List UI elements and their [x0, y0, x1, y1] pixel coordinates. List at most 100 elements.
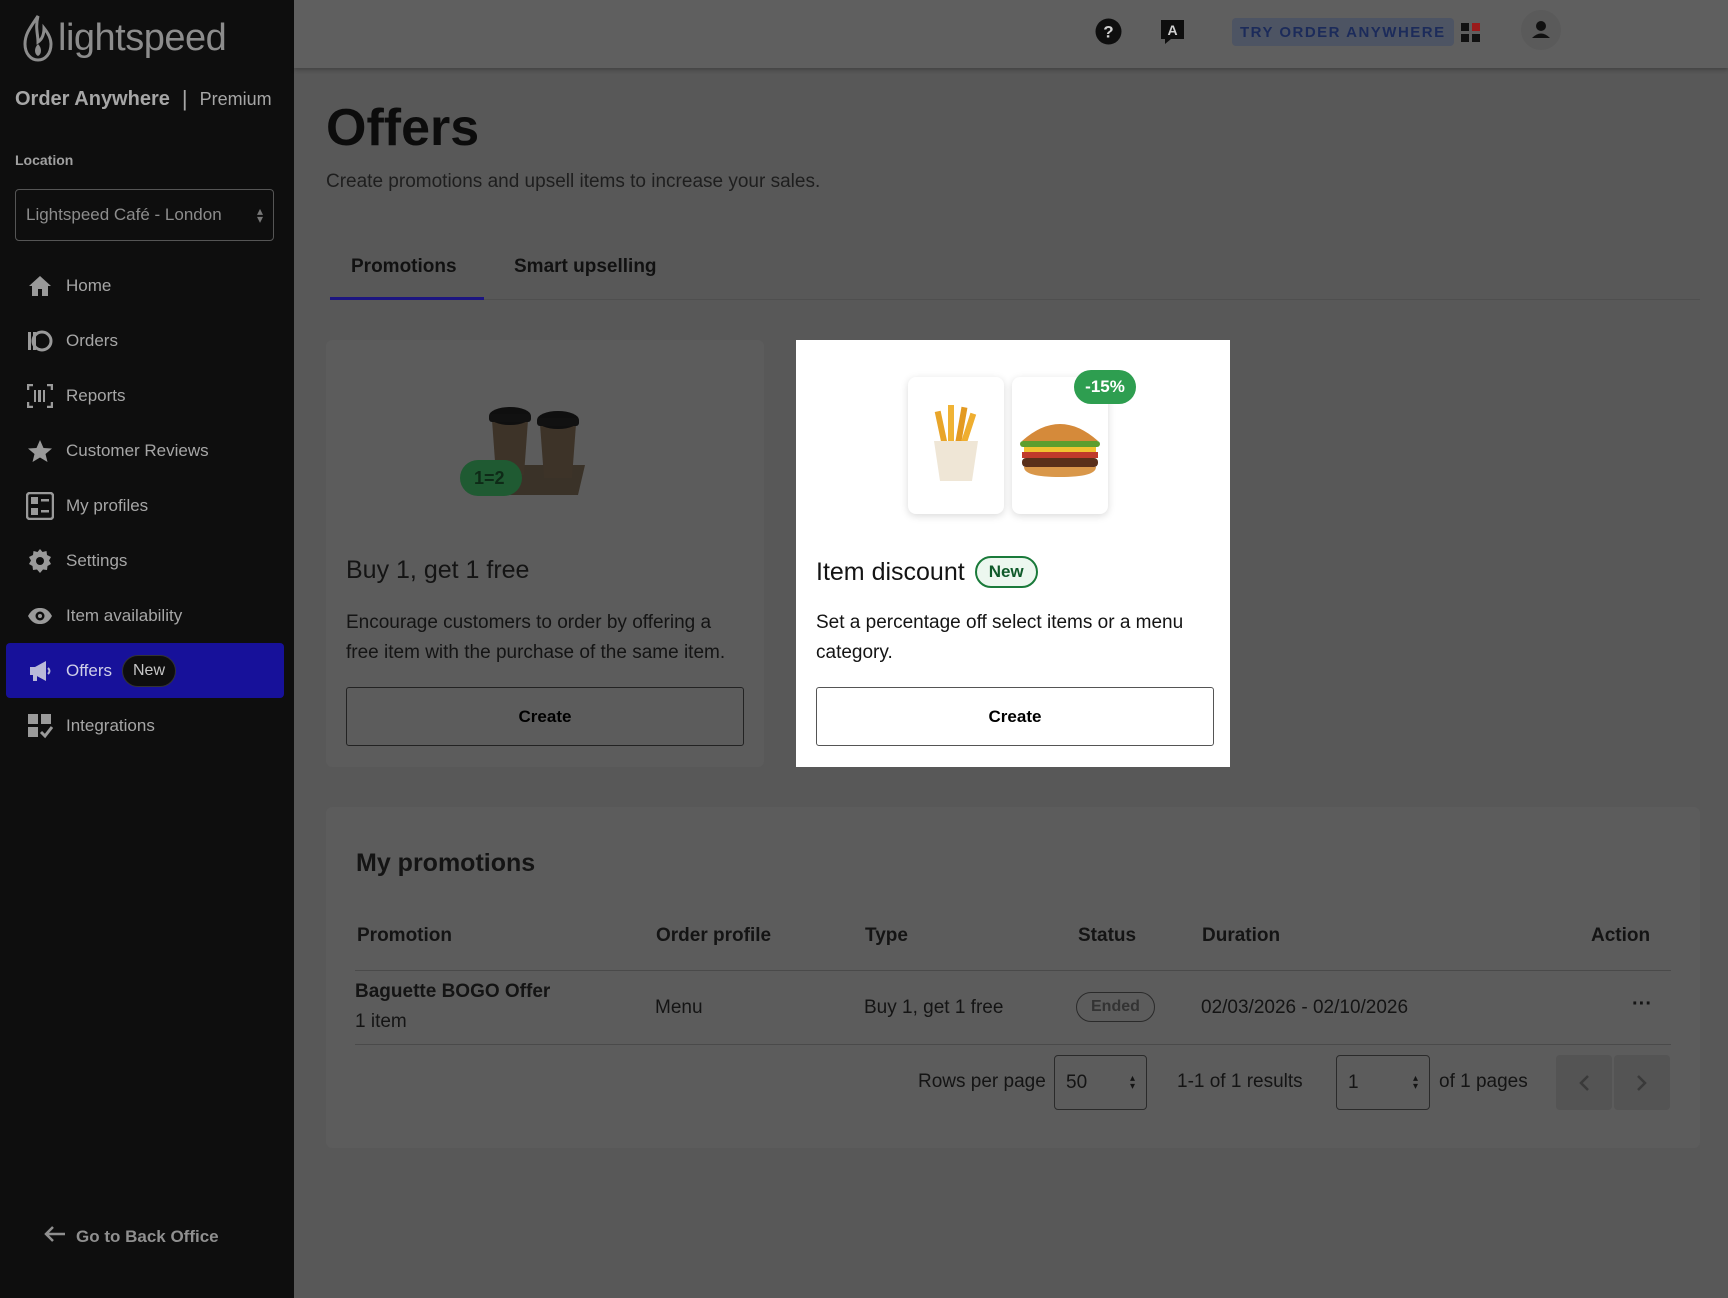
arrow-left-icon: [44, 1226, 66, 1247]
promotion-card-bogo: 1=2 Buy 1, get 1 free Encourage customer…: [326, 340, 764, 767]
status-badge: Ended: [1076, 992, 1155, 1022]
tab-promotions[interactable]: Promotions: [330, 248, 484, 300]
tab-smart-upselling[interactable]: Smart upselling: [514, 248, 657, 300]
sidebar-item-reports[interactable]: Reports: [6, 368, 284, 423]
sidebar-item-label: Settings: [66, 550, 128, 570]
promotion-name[interactable]: Baguette BOGO Offer: [355, 981, 550, 1003]
row-actions-menu-icon[interactable]: ···: [1632, 993, 1652, 1016]
translate-icon[interactable]: A: [1159, 18, 1186, 51]
discount-image-badge: -15%: [1074, 370, 1136, 404]
try-order-anywhere-button[interactable]: TRY ORDER ANYWHERE: [1232, 18, 1454, 46]
sidebar-item-orders[interactable]: Orders: [6, 313, 284, 368]
sidebar-item-label: Home: [66, 275, 112, 295]
results-summary: 1-1 of 1 results: [1177, 1071, 1303, 1092]
svg-text:?: ?: [1103, 23, 1113, 42]
product-name: Order Anywhere | Premium: [15, 86, 272, 112]
offers-tabs: Promotions Smart upselling: [330, 248, 1700, 300]
sidebar-item-label: Item availability: [66, 605, 183, 625]
sidebar-item-label: Reports: [66, 385, 126, 405]
page-number-value: 1: [1348, 1071, 1359, 1093]
card-title-text: Buy 1, get 1 free: [346, 556, 530, 584]
total-pages-label: of 1 pages: [1439, 1071, 1528, 1092]
gear-icon: [26, 547, 54, 575]
sidebar-item-label: Integrations: [66, 715, 155, 735]
rows-per-page-select[interactable]: 50 ▴ ▾: [1054, 1055, 1147, 1110]
apps-icon[interactable]: [1460, 22, 1482, 49]
previous-page-button[interactable]: [1556, 1055, 1612, 1110]
promotion-item-count: 1 item: [355, 1011, 407, 1032]
fries-image: [908, 377, 1004, 514]
chevron-left-icon: [1579, 1074, 1589, 1091]
column-header-promotion: Promotion: [357, 925, 452, 946]
back-office-label: Go to Back Office: [76, 1226, 219, 1246]
product-tier: Premium: [199, 88, 272, 109]
create-item-discount-button[interactable]: Create: [816, 687, 1214, 746]
chevron-right-icon: [1637, 1074, 1647, 1091]
card-description: Set a percentage off select items or a m…: [816, 612, 1184, 663]
sidebar-item-settings[interactable]: Settings: [6, 533, 284, 588]
page-title: Offers: [326, 99, 480, 157]
sidebar-item-label: Customer Reviews: [66, 440, 209, 460]
lightspeed-logo[interactable]: lightspeed: [22, 14, 227, 62]
new-badge: New: [974, 556, 1038, 588]
sidebar-nav: Home Orders Reports Customer Reviews My …: [6, 258, 284, 753]
promotion-card-item-discount: -15% Item discount New Set a percentage …: [796, 340, 1230, 767]
svg-text:A: A: [1167, 22, 1177, 38]
row-divider: [355, 1044, 1671, 1045]
column-header-order-profile: Order profile: [656, 925, 772, 946]
sidebar-item-label: Orders: [66, 330, 118, 350]
coffee-cups-image: 1=2: [460, 390, 610, 505]
card-title: Buy 1, get 1 free: [346, 556, 529, 585]
sidebar: lightspeed Order Anywhere | Premium Loca…: [0, 0, 294, 1298]
sidebar-item-home[interactable]: Home: [6, 258, 284, 313]
location-select[interactable]: Lightspeed Café - London ▴ ▾: [15, 189, 274, 241]
page-number-select[interactable]: 1 ▴ ▾: [1336, 1055, 1430, 1110]
column-header-duration: Duration: [1202, 925, 1281, 946]
card-description: Encourage customers to order by offering…: [346, 612, 726, 663]
top-bar: ? A TRY ORDER ANYWHERE: [294, 0, 1728, 68]
new-badge: New: [121, 654, 176, 687]
sidebar-item-label: Offers: [66, 660, 112, 680]
column-header-action: Action: [1591, 925, 1651, 946]
rows-per-page-label: Rows per page: [918, 1071, 1046, 1092]
column-header-type: Type: [865, 925, 908, 946]
chevron-updown-icon: ▴ ▾: [256, 204, 263, 226]
sidebar-item-integrations[interactable]: Integrations: [6, 698, 284, 753]
card-title-text: Item discount: [816, 557, 965, 586]
page-subtitle: Create promotions and upsell items to in…: [326, 171, 821, 192]
sidebar-item-my-profiles[interactable]: My profiles: [6, 478, 284, 533]
megaphone-icon: [26, 657, 54, 685]
location-value: Lightspeed Café - London: [26, 205, 222, 224]
duration-cell: 02/03/2026 - 02/10/2026: [1201, 997, 1409, 1018]
back-office-link[interactable]: Go to Back Office: [44, 1226, 219, 1247]
product-separator: |: [181, 86, 188, 111]
reports-icon: [26, 382, 54, 410]
sidebar-item-offers[interactable]: Offers New: [6, 643, 284, 698]
column-header-status: Status: [1078, 925, 1137, 946]
orders-icon: [26, 327, 54, 355]
sidebar-item-customer-reviews[interactable]: Customer Reviews: [6, 423, 284, 478]
home-icon: [26, 272, 54, 300]
row-divider: [355, 970, 1671, 971]
bogo-image-badge: 1=2: [474, 468, 505, 488]
sidebar-item-item-availability[interactable]: Item availability: [6, 588, 284, 643]
rows-per-page-value: 50: [1066, 1071, 1088, 1093]
next-page-button[interactable]: [1614, 1055, 1670, 1110]
integrations-icon: [26, 712, 54, 740]
section-title: My promotions: [356, 849, 536, 877]
flame-icon: [23, 15, 53, 62]
create-bogo-button[interactable]: Create: [346, 687, 744, 746]
chevron-updown-icon: ▴ ▾: [1412, 1072, 1418, 1092]
star-icon: [26, 437, 54, 465]
user-icon[interactable]: [1520, 9, 1562, 56]
chevron-updown-icon: ▴ ▾: [1129, 1072, 1135, 1092]
logo-wordmark: lightspeed: [58, 16, 227, 59]
my-promotions-panel: My promotions Promotion Order profile Ty…: [326, 807, 1700, 1148]
location-label: Location: [15, 152, 74, 168]
eye-icon: [26, 602, 54, 630]
type-cell: Buy 1, get 1 free: [864, 997, 1004, 1018]
sidebar-item-label: My profiles: [66, 495, 149, 515]
help-icon[interactable]: ?: [1095, 18, 1122, 50]
order-profile-cell: Menu: [655, 997, 703, 1018]
product-label: Order Anywhere: [15, 87, 170, 110]
